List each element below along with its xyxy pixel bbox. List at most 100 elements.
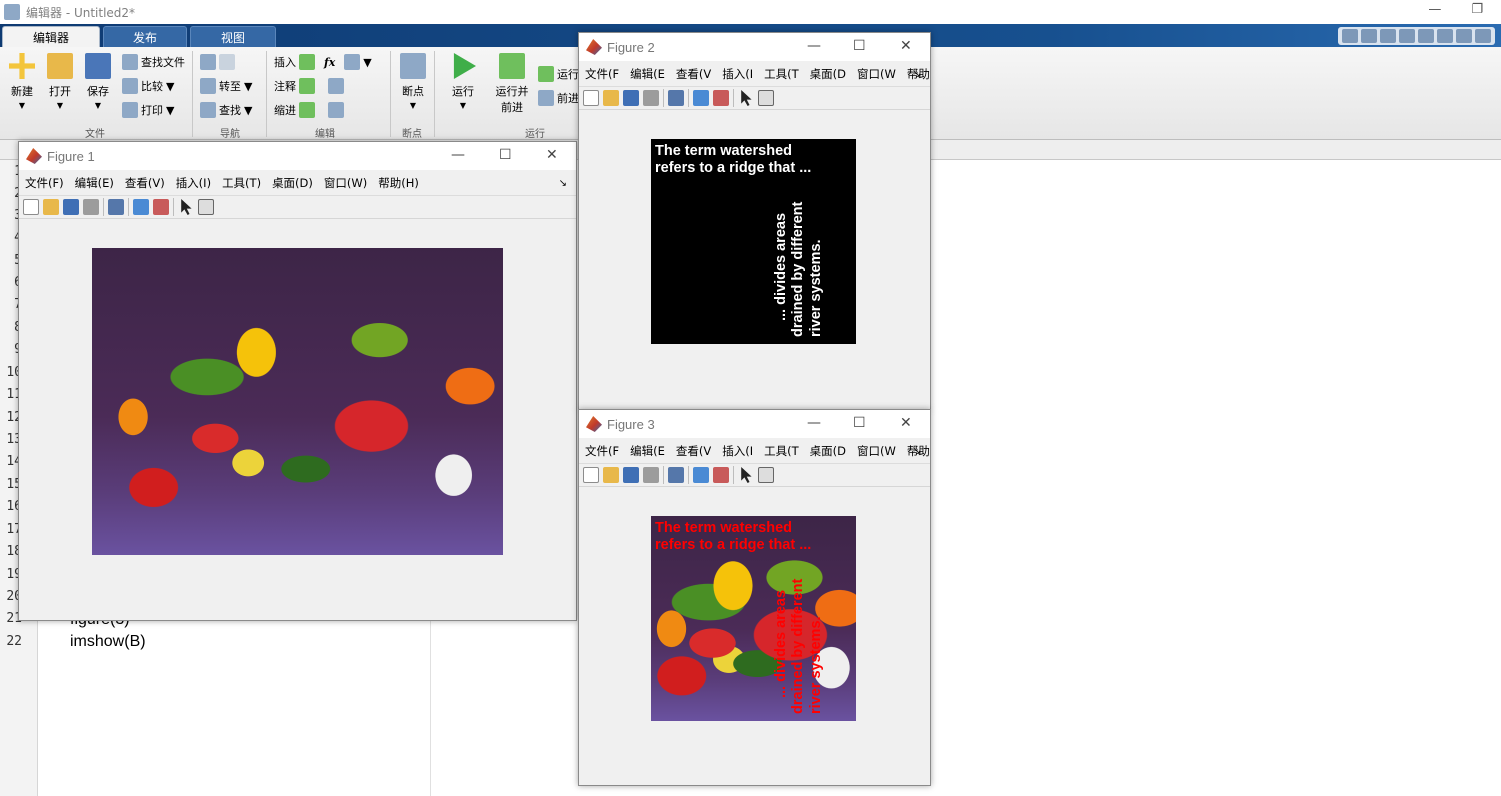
menu-view[interactable]: 查看(V [676, 66, 711, 82]
new-figure-icon[interactable] [23, 199, 39, 215]
save-button[interactable]: 保存 ▼ [80, 53, 116, 110]
property-panel-icon[interactable] [758, 467, 774, 483]
menu-window[interactable]: 窗口(W) [324, 175, 367, 191]
menu-edit[interactable]: 编辑(E [630, 443, 665, 459]
legend-icon[interactable] [713, 90, 729, 106]
open-file-icon[interactable] [603, 90, 619, 106]
menu-desktop[interactable]: 桌面(D [810, 66, 846, 82]
edit-plot-arrow-icon[interactable] [181, 199, 192, 215]
back-forward-buttons[interactable] [200, 52, 235, 72]
menu-edit[interactable]: 编辑(E) [75, 175, 114, 191]
menu-desktop[interactable]: 桌面(D [810, 443, 846, 459]
run-section-button[interactable]: 运行 [538, 64, 579, 84]
link-plot-icon[interactable] [668, 467, 684, 483]
redo-quick-icon[interactable] [1437, 29, 1453, 43]
save-figure-icon[interactable] [63, 199, 79, 215]
menu-window[interactable]: 窗口(W [857, 66, 896, 82]
print-figure-icon[interactable] [643, 90, 659, 106]
fx-button[interactable]: fx [324, 56, 335, 69]
figure-2-title-bar[interactable]: Figure 2 — ☐ ✕ [579, 33, 930, 61]
minimize-icon[interactable]: — [451, 147, 465, 163]
save-figure-icon[interactable] [623, 90, 639, 106]
figure-2-window[interactable]: Figure 2 — ☐ ✕ 文件(F 编辑(E 查看(V 插入(I 工具(T … [578, 32, 931, 410]
switch-windows-icon[interactable] [1456, 29, 1472, 43]
close-icon[interactable]: ✕ [546, 147, 558, 163]
menu-view[interactable]: 查看(V [676, 443, 711, 459]
insert-button[interactable]: 插入 fx ▼ [274, 52, 372, 72]
run-button[interactable]: 运行 ▼ [445, 53, 481, 110]
colorbar-icon[interactable] [693, 467, 709, 483]
property-panel-icon[interactable] [758, 90, 774, 106]
menu-desktop[interactable]: 桌面(D) [272, 175, 313, 191]
menu-insert[interactable]: 插入(I [722, 443, 753, 459]
advance-icon [538, 90, 554, 106]
edit-plot-arrow-icon[interactable] [741, 90, 752, 106]
menu-edit[interactable]: 编辑(E [630, 66, 665, 82]
save-quick-icon[interactable] [1342, 29, 1358, 43]
dock-arrow-icon[interactable]: ↘ [559, 178, 567, 189]
link-plot-icon[interactable] [108, 199, 124, 215]
restore-icon[interactable]: ❐ [1471, 2, 1483, 17]
menu-tools[interactable]: 工具(T [764, 443, 799, 459]
maximize-icon[interactable]: ☐ [853, 38, 866, 54]
close-icon[interactable]: ✕ [900, 415, 912, 431]
colorbar-icon[interactable] [133, 199, 149, 215]
menu-tools[interactable]: 工具(T) [222, 175, 261, 191]
figure-3-title-bar[interactable]: Figure 3 — ☐ ✕ [579, 410, 930, 438]
save-figure-icon[interactable] [623, 467, 639, 483]
figure-1-title-bar[interactable]: Figure 1 — ☐ ✕ [19, 142, 576, 170]
dock-arrow-icon[interactable]: ↘ [913, 446, 921, 457]
tab-view[interactable]: 视图 [190, 26, 276, 47]
menu-file[interactable]: 文件(F [585, 443, 619, 459]
help-icon[interactable] [1475, 29, 1491, 43]
tab-publish[interactable]: 发布 [103, 26, 187, 47]
new-button[interactable]: 新建 ▼ [4, 53, 40, 110]
minimize-icon[interactable]: — [807, 38, 821, 54]
comment-button[interactable]: 注释 [274, 76, 344, 96]
undo-quick-icon[interactable] [1418, 29, 1434, 43]
dock-arrow-icon[interactable]: ↘ [913, 69, 921, 80]
menu-file[interactable]: 文件(F [585, 66, 619, 82]
find-files-button[interactable]: 查找文件 [122, 52, 185, 72]
edit-plot-arrow-icon[interactable] [741, 467, 752, 483]
colorbar-icon[interactable] [693, 90, 709, 106]
code-line-22[interactable]: imshow(B) [70, 633, 146, 651]
new-figure-icon[interactable] [583, 90, 599, 106]
figure-1-window[interactable]: Figure 1 — ☐ ✕ 文件(F) 编辑(E) 查看(V) 插入(I) 工… [18, 141, 577, 621]
goto-button[interactable]: 转至 ▼ [200, 76, 252, 96]
print-figure-icon[interactable] [83, 199, 99, 215]
maximize-icon[interactable]: ☐ [499, 147, 512, 163]
open-file-icon[interactable] [43, 199, 59, 215]
menu-insert[interactable]: 插入(I [722, 66, 753, 82]
menu-tools[interactable]: 工具(T [764, 66, 799, 82]
print-button[interactable]: 打印 ▼ [122, 100, 174, 120]
link-plot-icon[interactable] [668, 90, 684, 106]
advance-button[interactable]: 前进 [538, 88, 579, 108]
cut-quick-icon[interactable] [1361, 29, 1377, 43]
legend-icon[interactable] [713, 467, 729, 483]
close-icon[interactable]: ✕ [900, 38, 912, 54]
maximize-icon[interactable]: ☐ [853, 415, 866, 431]
menu-window[interactable]: 窗口(W [857, 443, 896, 459]
copy-quick-icon[interactable] [1380, 29, 1396, 43]
menu-insert[interactable]: 插入(I) [176, 175, 211, 191]
tab-editor[interactable]: 编辑器 [2, 26, 100, 47]
indent-button[interactable]: 缩进 [274, 100, 344, 120]
open-file-icon[interactable] [603, 467, 619, 483]
figure-3-window[interactable]: Figure 3 — ☐ ✕ 文件(F 编辑(E 查看(V 插入(I 工具(T … [578, 409, 931, 786]
new-figure-icon[interactable] [583, 467, 599, 483]
property-panel-icon[interactable] [198, 199, 214, 215]
menu-view[interactable]: 查看(V) [125, 175, 165, 191]
menu-file[interactable]: 文件(F) [25, 175, 64, 191]
breakpoints-button[interactable]: 断点 ▼ [395, 53, 431, 110]
paste-quick-icon[interactable] [1399, 29, 1415, 43]
legend-icon[interactable] [153, 199, 169, 215]
minimize-icon[interactable]: — [807, 415, 821, 431]
minimize-icon[interactable]: — [1428, 2, 1441, 17]
run-and-advance-button[interactable]: 运行并 前进 [490, 53, 534, 115]
compare-button[interactable]: 比较 ▼ [122, 76, 174, 96]
open-button[interactable]: 打开 ▼ [42, 53, 78, 110]
find-button[interactable]: 查找 ▼ [200, 100, 252, 120]
menu-help[interactable]: 帮助(H) [378, 175, 419, 191]
print-figure-icon[interactable] [643, 467, 659, 483]
